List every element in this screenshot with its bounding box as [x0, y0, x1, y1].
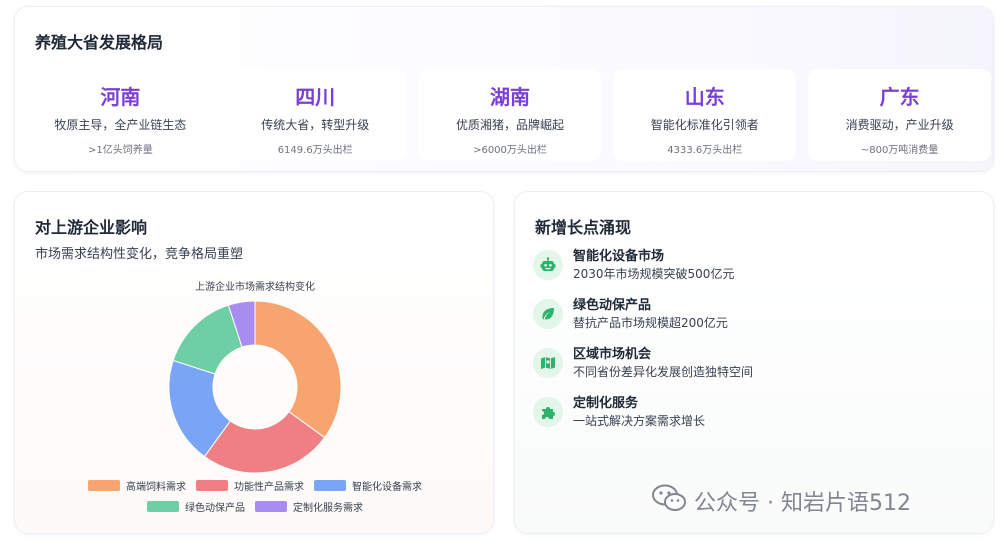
growth-item-title: 绿色动保产品 [573, 298, 652, 313]
province-desc: 传统大省，转型升级 [261, 118, 370, 132]
provinces-title: 养殖大省发展格局 [35, 33, 164, 52]
donut-slice-1 [254, 300, 342, 439]
province-desc: 消费驱动，产业升级 [845, 118, 954, 132]
legend-label: 智能化设备需求 [352, 482, 422, 493]
legend-item[interactable]: 高端饲料需求 [88, 478, 186, 493]
province-name: 山东 [684, 85, 725, 109]
growth-item: 智能化设备市场 2030年市场规模突破500亿元 [533, 248, 973, 297]
donut-slices [168, 300, 342, 474]
growth-points-card: 新增长点涌现 智能化设备市场 2030年市场规模突破500亿元 绿色动保产品 替… [514, 191, 994, 534]
growth-item: 绿色动保产品 替抗产品市场规模超200亿元 [533, 297, 973, 346]
province-name: 河南 [100, 85, 141, 109]
upstream-impact-card: 对上游企业影响 市场需求结构性变化，竞争格局重塑 上游企业市场需求结构变化 高端… [14, 191, 494, 534]
provinces-card: 养殖大省发展格局 河南 牧原主导，全产业链生态 >1亿头饲养量 四川 传统大省，… [14, 6, 994, 172]
map-icon [533, 348, 563, 378]
growth-item-desc: 一站式解决方案需求增长 [573, 414, 706, 428]
legend-item[interactable]: 智能化设备需求 [314, 478, 422, 493]
puzzle-icon [533, 397, 563, 427]
legend-swatch [88, 480, 120, 491]
chart-title: 上游企业市场需求结构变化 [195, 280, 315, 293]
chart-legend: 高端饲料需求 功能性产品需求 智能化设备需求绿色动保产品 定制化服务需求 [35, 478, 475, 514]
legend-item[interactable]: 绿色动保产品 [147, 499, 245, 514]
legend-swatch [314, 480, 346, 491]
growth-item-title: 区域市场机会 [573, 347, 652, 362]
growth-item-title: 智能化设备市场 [573, 249, 665, 264]
province-desc: 牧原主导，全产业链生态 [54, 118, 187, 132]
province-tile-shandong: 山东 智能化标准化引领者 4333.6万头出栏 [613, 69, 797, 161]
provinces-row: 河南 牧原主导，全产业链生态 >1亿头饲养量 四川 传统大省，转型升级 6149… [29, 69, 991, 161]
leaf-icon [533, 299, 563, 329]
growth-item-desc: 替抗产品市场规模超200亿元 [573, 316, 728, 330]
province-tile-sichuan: 四川 传统大省，转型升级 6149.6万头出栏 [223, 69, 407, 161]
province-name: 湖南 [489, 85, 530, 109]
growth-title: 新增长点涌现 [535, 218, 632, 237]
legend-label: 高端饲料需求 [126, 482, 186, 493]
province-stat: >6000万头出栏 [473, 145, 547, 156]
province-stat: 6149.6万头出栏 [277, 145, 353, 156]
growth-item: 定制化服务 一站式解决方案需求增长 [533, 395, 973, 444]
province-tile-guangdong: 广东 消费驱动，产业升级 ~800万吨消费量 [808, 69, 991, 161]
province-desc: 智能化标准化引领者 [650, 118, 759, 132]
province-desc: 优质湘猪，品牌崛起 [455, 118, 564, 132]
robot-icon [533, 250, 563, 280]
legend-swatch [147, 501, 179, 512]
growth-list: 智能化设备市场 2030年市场规模突破500亿元 绿色动保产品 替抗产品市场规模… [533, 248, 973, 444]
growth-item-desc: 2030年市场规模突破500亿元 [573, 267, 735, 281]
legend-swatch [255, 501, 287, 512]
watermark: 公众号 · 知岩片语512 [652, 484, 911, 518]
province-stat: 4333.6万头出栏 [667, 145, 743, 156]
province-name: 广东 [879, 85, 920, 109]
legend-item[interactable]: 定制化服务需求 [255, 499, 363, 514]
province-stat: >1亿头饲养量 [88, 145, 153, 156]
growth-item-desc: 不同省份差异化发展创造独特空间 [573, 365, 754, 379]
legend-label: 功能性产品需求 [234, 482, 304, 493]
watermark-text: 公众号 · 知岩片语512 [694, 491, 911, 516]
wechat-icon [652, 484, 686, 518]
legend-label: 定制化服务需求 [293, 503, 363, 514]
province-tile-hunan: 湖南 优质湘猪，品牌崛起 >6000万头出栏 [418, 69, 602, 161]
growth-item-title: 定制化服务 [573, 396, 639, 411]
province-stat: ~800万吨消费量 [860, 145, 939, 156]
province-tile-henan: 河南 牧原主导，全产业链生态 >1亿头饲养量 [29, 69, 212, 161]
legend-item[interactable]: 功能性产品需求 [196, 478, 304, 493]
province-name: 四川 [295, 85, 336, 109]
legend-swatch [196, 480, 228, 491]
growth-item: 区域市场机会 不同省份差异化发展创造独特空间 [533, 346, 973, 395]
legend-label: 绿色动保产品 [185, 503, 245, 514]
